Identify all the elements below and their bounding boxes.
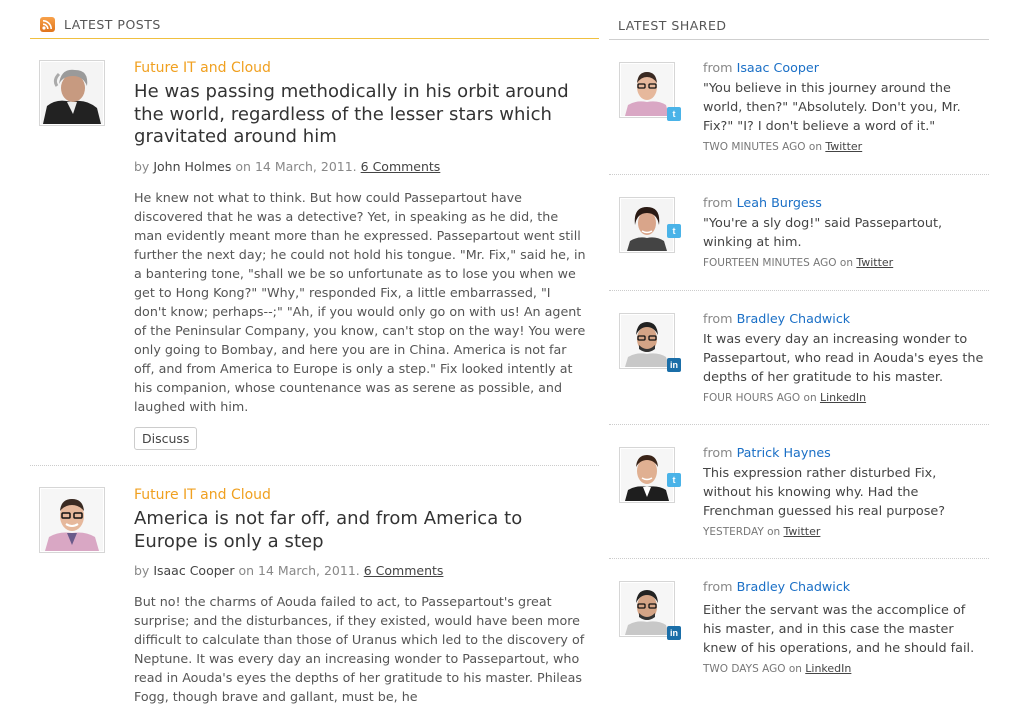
post-meta: by John Holmes on 14 March, 2011. 6 Comm…	[134, 158, 586, 176]
linkedin-icon[interactable]: in	[667, 358, 681, 372]
shared-author-link[interactable]: Bradley Chadwick	[737, 311, 851, 326]
discuss-button[interactable]: Discuss	[134, 426, 198, 450]
twitter-icon[interactable]: t	[667, 473, 681, 487]
by-label: by	[134, 158, 150, 174]
network-link[interactable]: LinkedIn	[805, 662, 851, 675]
shared-text: It was every day an increasing wonder to…	[703, 332, 984, 385]
on-label: on	[808, 141, 822, 153]
network-link[interactable]: Twitter	[825, 140, 862, 153]
post-category[interactable]: Future IT and Cloud	[134, 487, 586, 504]
from-label: from	[703, 311, 733, 326]
shared-timestamp: YESTERDAY on Twitter	[703, 525, 987, 539]
latest-posts-section: LATEST POSTS Future IT and Cloud He was …	[30, 0, 599, 706]
shared-from: from Patrick Haynes	[703, 445, 987, 461]
latest-shared-section: LATEST SHARED t from Isaac Cooper "You b…	[609, 0, 989, 709]
post-author[interactable]: Isaac Cooper	[153, 563, 234, 578]
shared-time: FOUR HOURS AGO	[703, 392, 801, 404]
from-label: from	[703, 60, 733, 75]
from-label: from	[703, 579, 733, 594]
latest-posts-header: LATEST POSTS	[30, 0, 599, 39]
shared-item: in from Bradley Chadwick Either the serv…	[609, 559, 989, 709]
shared-author-link[interactable]: Leah Burgess	[737, 195, 822, 210]
shared-timestamp: TWO MINUTES AGO on Twitter	[703, 140, 987, 154]
comments-link[interactable]: 6 Comments	[364, 563, 444, 578]
post-item: Future IT and Cloud He was passing metho…	[30, 39, 599, 466]
shared-time: TWO MINUTES AGO	[703, 141, 806, 153]
network-link[interactable]: Twitter	[856, 256, 893, 269]
avatar[interactable]	[39, 60, 105, 126]
latest-posts-title: LATEST POSTS	[64, 17, 161, 32]
post-meta: by Isaac Cooper on 14 March, 2011. 6 Com…	[134, 562, 586, 580]
rss-icon[interactable]	[40, 17, 55, 32]
on-label: on	[788, 663, 802, 675]
shared-timestamp: FOUR HOURS AGO on LinkedIn	[703, 391, 987, 405]
post-excerpt: But no! the charms of Aouda failed to ac…	[134, 594, 585, 704]
shared-text: This expression rather disturbed Fix, wi…	[703, 466, 946, 519]
shared-text: Either the servant was the accomplice of…	[703, 603, 975, 656]
twitter-icon[interactable]: t	[667, 224, 681, 238]
shared-timestamp: TWO DAYS AGO on LinkedIn	[703, 662, 987, 676]
post-title[interactable]: He was passing methodically in his orbit…	[134, 81, 586, 149]
shared-author-link[interactable]: Patrick Haynes	[737, 445, 831, 460]
comments-link[interactable]: 6 Comments	[361, 159, 441, 174]
shared-author-link[interactable]: Bradley Chadwick	[737, 579, 851, 594]
from-label: from	[703, 445, 733, 460]
shared-item: t from Isaac Cooper "You believe in this…	[609, 40, 989, 175]
on-label: on	[235, 158, 251, 174]
shared-from: from Bradley Chadwick	[703, 579, 987, 595]
shared-item: t from Leah Burgess "You're a sly dog!" …	[609, 175, 989, 291]
shared-time: YESTERDAY	[703, 526, 764, 538]
on-label: on	[803, 392, 817, 404]
shared-from: from Leah Burgess	[703, 195, 987, 211]
post-item: Future IT and Cloud America is not far o…	[30, 466, 599, 706]
shared-timestamp: FOURTEEN MINUTES AGO on Twitter	[703, 256, 987, 270]
on-label: on	[839, 257, 853, 269]
network-link[interactable]: LinkedIn	[820, 391, 866, 404]
linkedin-icon[interactable]: in	[667, 626, 681, 640]
post-category[interactable]: Future IT and Cloud	[134, 60, 586, 77]
from-label: from	[703, 195, 733, 210]
latest-shared-header: LATEST SHARED	[609, 0, 989, 40]
on-label: on	[238, 563, 255, 578]
shared-time: FOURTEEN MINUTES AGO	[703, 257, 837, 269]
shared-author-link[interactable]: Isaac Cooper	[737, 60, 819, 75]
shared-item: t from Patrick Haynes This expression ra…	[609, 425, 989, 559]
post-author[interactable]: John Holmes	[153, 159, 231, 174]
shared-time: TWO DAYS AGO	[703, 663, 786, 675]
post-excerpt: He knew not what to think. But how could…	[134, 189, 586, 414]
by-label: by	[134, 563, 150, 578]
on-label: on	[767, 526, 781, 538]
shared-from: from Isaac Cooper	[703, 60, 987, 76]
network-link[interactable]: Twitter	[784, 525, 821, 538]
post-date: 14 March, 2011.	[254, 158, 357, 174]
latest-shared-title: LATEST SHARED	[618, 18, 727, 33]
twitter-icon[interactable]: t	[667, 107, 681, 121]
avatar[interactable]	[39, 487, 105, 553]
shared-text: "You believe in this journey around the …	[703, 81, 961, 134]
shared-text: "You're a sly dog!" said Passepartout, w…	[703, 216, 943, 250]
shared-item: in from Bradley Chadwick It was every da…	[609, 291, 989, 425]
post-date: 14 March, 2011.	[258, 563, 360, 578]
post-title[interactable]: America is not far off, and from America…	[134, 508, 586, 553]
shared-from: from Bradley Chadwick	[703, 311, 987, 327]
